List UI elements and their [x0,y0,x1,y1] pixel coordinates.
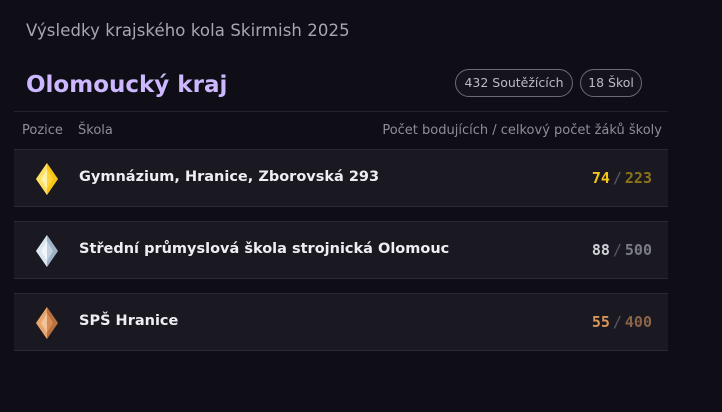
table-row[interactable]: Střední průmyslová škola strojnická Olom… [14,221,668,279]
school-name: Gymnázium, Hranice, Zborovská 293 [79,169,380,185]
competitors-badge: 432 Soutěžících [455,69,573,97]
silver-medal-icon [36,235,58,267]
header-divider [14,111,668,112]
gold-medal-icon [36,163,58,195]
column-header-school: Škola [78,123,113,138]
count-separator: / [612,169,622,187]
table-row[interactable]: SPŠ Hranice 55/400 [14,293,668,351]
scoring-count: 74 [591,169,610,187]
score-count: 55/400 [592,313,652,331]
page-title: Výsledky krajského kola Skirmish 2025 [26,21,350,40]
column-header-position: Pozice [22,123,63,138]
column-header-count: Počet bodujících / celkový počet žáků šk… [382,123,662,138]
results-panel: Olomoucký kraj 432 Soutěžících 18 Škol P… [14,58,668,358]
school-name: Střední průmyslová škola strojnická Olom… [79,241,450,257]
count-separator: / [612,313,622,331]
region-title: Olomoucký kraj [26,72,228,98]
count-separator: / [612,241,622,259]
score-count: 74/223 [592,169,652,187]
schools-badge: 18 Škol [580,69,642,97]
table-row[interactable]: Gymnázium, Hranice, Zborovská 293 74/223 [14,149,668,207]
total-count: 500 [624,241,652,259]
scoring-count: 88 [591,241,610,259]
scoring-count: 55 [591,313,610,331]
score-count: 88/500 [592,241,652,259]
school-name: SPŠ Hranice [79,313,179,329]
bronze-medal-icon [36,307,58,339]
total-count: 223 [624,169,652,187]
total-count: 400 [624,313,652,331]
